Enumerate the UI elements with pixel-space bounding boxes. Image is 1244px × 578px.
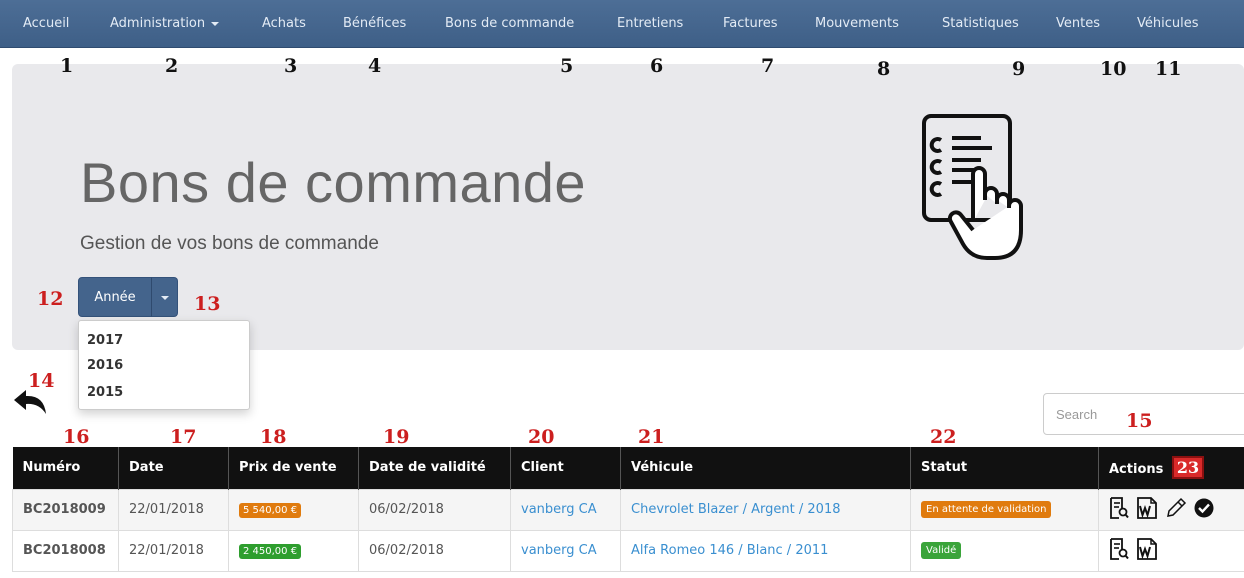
marker-11: 11 [1155,58,1182,80]
year-dropdown-menu: 2017 2016 2015 [78,320,250,410]
cell-vehicule: Alfa Romeo 146 / Blanc / 2011 [620,529,911,572]
nav-statistiques[interactable]: Statistiques [942,0,1019,48]
cell-numero: BC2018008 [12,529,119,572]
table-row: BC2018008 22/01/2018 2 450,00 € 06/02/20… [12,529,1244,572]
cell-vehicule: Chevrolet Blazer / Argent / 2018 [620,488,911,531]
year-filter-button[interactable]: Année [78,277,152,317]
nav-benefices[interactable]: Bénéfices [343,0,406,48]
nav-ventes[interactable]: Ventes [1056,0,1100,48]
cell-client: vanberg CA [510,529,621,572]
client-link[interactable]: vanberg CA [521,543,597,558]
nav-entretiens[interactable]: Entretiens [617,0,683,48]
column-header-prix[interactable]: Prix de vente [228,447,359,489]
edit-pencil-icon[interactable] [1165,497,1187,523]
column-header-numero[interactable]: Numéro [12,447,119,489]
marker-22: 22 [930,426,957,448]
cell-date: 22/01/2018 [118,488,229,531]
view-document-icon[interactable] [1109,537,1129,564]
cell-numero: BC2018009 [12,488,119,531]
marker-4: 4 [368,55,382,77]
chevron-down-icon [161,296,169,300]
validate-check-icon[interactable] [1194,498,1214,522]
column-header-date[interactable]: Date [118,447,229,489]
column-header-statut[interactable]: Statut [910,447,1099,489]
orders-table: Numéro Date Prix de vente Date de validi… [12,447,1244,572]
nav-administration[interactable]: Administration [110,0,220,48]
marker-17: 17 [170,426,197,448]
page-subtitle: Gestion de vos bons de commande [80,233,379,254]
cell-validite: 06/02/2018 [358,529,511,572]
client-link[interactable]: vanberg CA [521,502,597,517]
column-header-validite[interactable]: Date de validité [358,447,511,489]
price-badge: 5 540,00 € [239,502,302,518]
column-header-actions-label: Actions [1109,461,1164,477]
marker-19: 19 [383,426,410,448]
page-title: Bons de commande [80,151,587,214]
marker-14: 14 [28,370,55,392]
cell-actions [1098,529,1244,572]
column-header-client[interactable]: Client [510,447,621,489]
nav-mouvements[interactable]: Mouvements [815,0,899,48]
marker-6: 6 [650,55,664,77]
marker-3: 3 [284,55,298,77]
cell-statut: Validé [910,529,1099,572]
nav-administration-label: Administration [110,16,206,31]
nav-achats[interactable]: Achats [262,0,306,48]
marker-7: 7 [761,55,775,77]
cell-statut: En attente de validation [910,488,1099,531]
vehicle-link[interactable]: Chevrolet Blazer / Argent / 2018 [631,502,841,517]
cell-date: 22/01/2018 [118,529,229,572]
marker-8: 8 [877,58,891,80]
nav-vehicules[interactable]: Véhicules [1137,0,1199,48]
marker-13: 13 [194,293,221,315]
table-header-row: Numéro Date Prix de vente Date de validi… [12,447,1244,489]
marker-20: 20 [528,426,555,448]
table-row: BC2018009 22/01/2018 5 540,00 € 06/02/20… [12,488,1244,531]
cell-actions [1098,488,1244,531]
view-document-icon[interactable] [1109,496,1129,523]
status-badge: Validé [921,542,962,559]
word-export-icon[interactable] [1136,537,1158,564]
marker-10: 10 [1100,58,1127,80]
marker-2: 2 [165,55,179,77]
year-filter-toggle[interactable] [151,277,178,317]
column-header-vehicule[interactable]: Véhicule [620,447,911,489]
nav-bons-de-commande[interactable]: Bons de commande [445,0,574,48]
back-arrow-icon[interactable] [13,389,47,415]
checklist-hand-icon [922,114,1023,260]
price-badge: 2 450,00 € [239,543,302,559]
status-badge: En attente de validation [921,501,1052,518]
marker-18: 18 [260,426,287,448]
year-option-2016[interactable]: 2016 [87,358,123,373]
nav-factures[interactable]: Factures [723,0,778,48]
marker-21: 21 [638,426,665,448]
column-header-actions: Actions 23 [1098,447,1244,489]
marker-15: 15 [1126,410,1153,432]
cell-client: vanberg CA [510,488,621,531]
marker-9: 9 [1012,58,1026,80]
marker-1: 1 [60,55,74,77]
cell-prix: 5 540,00 € [228,488,359,531]
cell-prix: 2 450,00 € [228,529,359,572]
marker-16: 16 [63,426,90,448]
top-navbar: Accueil Administration Achats Bénéfices … [0,0,1244,48]
marker-12: 12 [37,288,64,310]
year-option-2017[interactable]: 2017 [87,333,123,348]
cell-validite: 06/02/2018 [358,488,511,531]
marker-23: 23 [1171,455,1205,479]
chevron-down-icon [211,21,220,26]
year-option-2015[interactable]: 2015 [87,385,123,400]
nav-accueil[interactable]: Accueil [23,0,69,48]
marker-5: 5 [560,55,574,77]
vehicle-link[interactable]: Alfa Romeo 146 / Blanc / 2011 [631,543,828,558]
word-export-icon[interactable] [1136,496,1158,523]
